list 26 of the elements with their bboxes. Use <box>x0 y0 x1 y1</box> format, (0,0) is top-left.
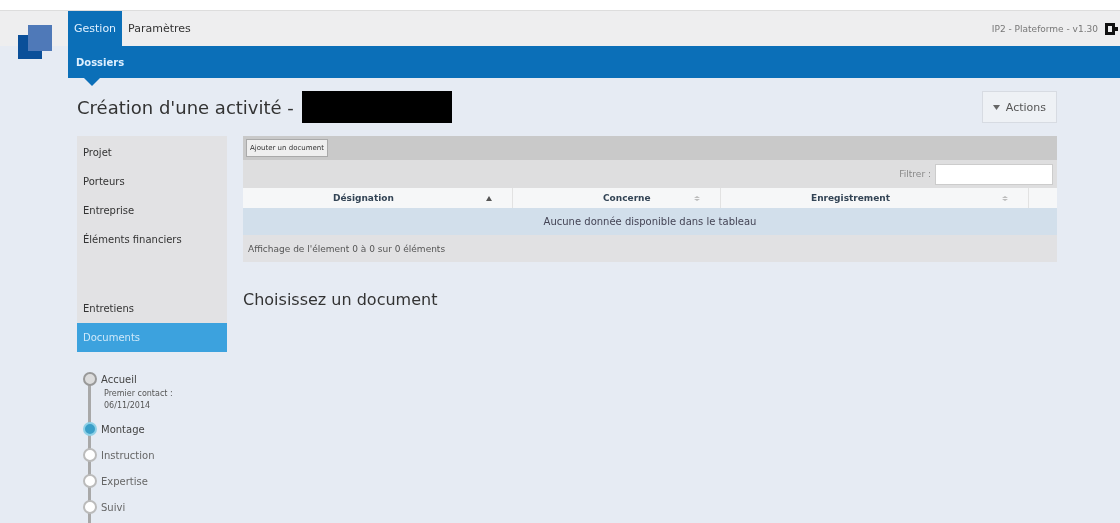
logo-icon <box>18 25 52 59</box>
filter-field[interactable] <box>935 163 1053 185</box>
sidebar-item[interactable]: Éléments financiers <box>77 225 227 254</box>
nav-tab[interactable]: Gestion <box>68 11 123 46</box>
sidebar-item[interactable]: Porteurs <box>77 167 227 196</box>
page-title: Création d'une activité - <box>77 96 294 118</box>
version-label: IP2 - Plateforme - v1.30 <box>991 23 1098 34</box>
section-title: Choisissez un document <box>243 290 439 309</box>
sidebar-item[interactable]: Entreprise <box>77 196 227 225</box>
actions-button[interactable]: Actions <box>981 91 1057 123</box>
empty-table-message: Aucune donnée disponible dans le tableau <box>243 208 1057 235</box>
step-label: Montage <box>101 423 145 435</box>
sidebar-item[interactable]: Projet <box>77 138 227 167</box>
table-info: Affichage de l'élement 0 à 0 sur 0 éléments <box>243 235 1057 262</box>
step-label: Expertise <box>101 475 148 487</box>
step-date: 06/11/2014 <box>104 401 152 410</box>
step-note: Premier contact : <box>104 389 174 398</box>
caret-icon <box>992 104 1000 110</box>
logout-icon[interactable] <box>1104 21 1118 36</box>
sidebar-item[interactable]: Entretiens <box>77 294 227 323</box>
step-label: Suivi <box>101 501 126 513</box>
step-label: Accueil <box>101 373 137 385</box>
step-label: Instruction <box>101 449 155 461</box>
sub-tab[interactable]: Dossiers <box>76 56 125 68</box>
nav-tab[interactable]: Paramètres <box>122 11 197 46</box>
filter-label: Filtrer : <box>899 169 931 179</box>
